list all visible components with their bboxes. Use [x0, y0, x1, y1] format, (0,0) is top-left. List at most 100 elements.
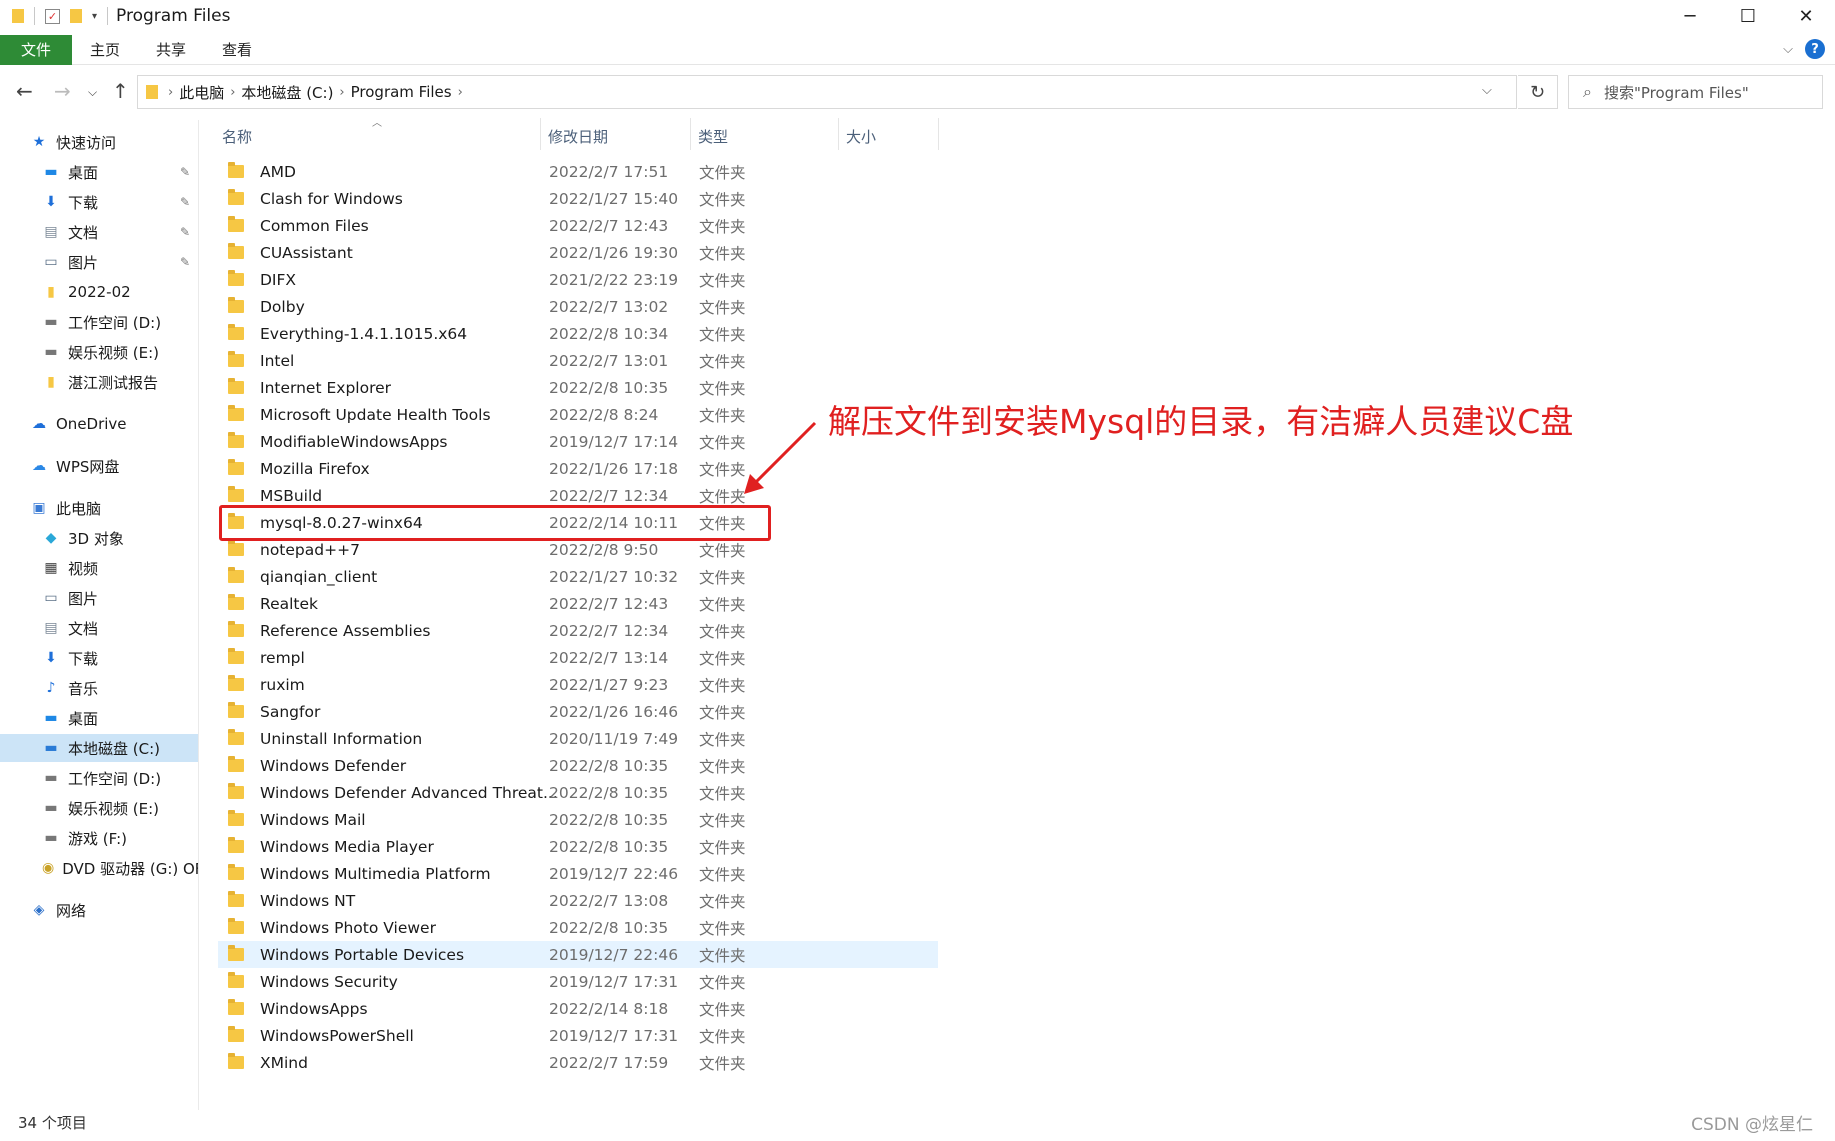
refresh-button[interactable]: ↻ — [1518, 75, 1558, 109]
file-type: 文件夹 — [699, 622, 746, 641]
nav-item[interactable]: ▣ 此电脑 — [0, 494, 198, 522]
breadcrumb-program-files[interactable]: Program Files — [351, 83, 452, 101]
help-icon[interactable]: ? — [1805, 39, 1825, 59]
cloud-icon: ☁ — [32, 416, 46, 432]
nav-item[interactable]: ◆ 3D 对象 — [0, 524, 198, 552]
nav-item[interactable]: ▤ 文档 — [0, 614, 198, 642]
nav-item[interactable]: ▭ 图片 ✎ — [0, 248, 198, 276]
file-row[interactable]: Windows Portable Devices 2019/12/7 22:46 文… — [218, 941, 938, 968]
nav-item-label: 下载 — [68, 193, 99, 212]
nav-item-label: 图片 — [68, 253, 99, 272]
nav-item[interactable]: ▬ 娱乐视频 (E:) — [0, 794, 198, 822]
file-row[interactable]: AMD 2022/2/7 17:51 文件夹 — [218, 158, 938, 185]
nav-item[interactable]: ▭ 图片 — [0, 584, 198, 612]
column-separator[interactable] — [540, 118, 541, 150]
nav-item[interactable]: ⬇ 下载 ✎ — [0, 188, 198, 216]
nav-item[interactable]: ▬ 娱乐视频 (E:) — [0, 338, 198, 366]
file-row[interactable]: rempl 2022/2/7 13:14 文件夹 — [218, 644, 938, 671]
column-header-date[interactable]: 修改日期 — [548, 122, 608, 150]
file-name: Windows Defender — [260, 756, 407, 775]
file-row[interactable]: Everything-1.4.1.1015.x64 2022/2/8 10:34 文… — [218, 320, 938, 347]
nav-item[interactable]: ▦ 视频 — [0, 554, 198, 582]
file-row[interactable]: Windows Mail 2022/2/8 10:35 文件夹 — [218, 806, 938, 833]
drive-icon: ▬ — [44, 770, 58, 786]
properties-icon[interactable]: ✓ — [45, 8, 60, 24]
nav-item[interactable]: ▬ 工作空间 (D:) — [0, 308, 198, 336]
chevron-right-icon[interactable]: › — [458, 85, 463, 100]
address-bar[interactable]: › 此电脑 › 本地磁盘 (C:) › Program Files › — [137, 75, 1517, 109]
file-row[interactable]: WindowsApps 2022/2/14 8:18 文件夹 — [218, 995, 938, 1022]
close-button[interactable]: ✕ — [1777, 0, 1835, 32]
picture-icon: ▭ — [44, 590, 58, 606]
nav-item[interactable]: ▬ 本地磁盘 (C:) — [0, 734, 198, 762]
column-header-name[interactable]: 名称 — [222, 122, 252, 150]
search-input[interactable]: ⌕ 搜索"Program Files" — [1568, 75, 1823, 109]
column-separator[interactable] — [838, 118, 839, 150]
nav-item[interactable]: ☁ WPS网盘 — [0, 452, 198, 480]
column-header-type[interactable]: 类型 — [698, 122, 728, 150]
file-row[interactable]: Windows Defender 2022/2/8 10:35 文件夹 — [218, 752, 938, 779]
file-row[interactable]: DIFX 2021/2/22 23:19 文件夹 — [218, 266, 938, 293]
file-row[interactable]: Windows Multimedia Platform 2019/12/7 22:… — [218, 860, 938, 887]
file-row[interactable]: Reference Assemblies 2022/2/7 12:34 文件夹 — [218, 617, 938, 644]
file-row[interactable]: Common Files 2022/2/7 12:43 文件夹 — [218, 212, 938, 239]
nav-item[interactable]: ⬇ 下载 — [0, 644, 198, 672]
cloud-icon: ☁ — [32, 458, 46, 474]
column-separator[interactable] — [938, 118, 939, 150]
chevron-right-icon[interactable]: › — [339, 85, 344, 100]
nav-item[interactable]: ♪ 音乐 — [0, 674, 198, 702]
tab-share[interactable]: 共享 — [138, 39, 204, 60]
recent-locations-icon[interactable]: ⌵ — [88, 85, 97, 100]
nav-item[interactable]: ▬ 桌面 ✎ — [0, 158, 198, 186]
tab-home[interactable]: 主页 — [72, 39, 138, 60]
toolbar-separator — [107, 7, 109, 25]
new-folder-icon[interactable] — [70, 9, 82, 23]
nav-item[interactable]: ▬ 工作空间 (D:) — [0, 764, 198, 792]
nav-item[interactable]: ▤ 文档 ✎ — [0, 218, 198, 246]
file-row[interactable]: Windows Security 2019/12/7 17:31 文件夹 — [218, 968, 938, 995]
file-row[interactable]: Intel 2022/2/7 13:01 文件夹 — [218, 347, 938, 374]
tab-view[interactable]: 查看 — [204, 39, 270, 60]
file-row[interactable]: Realtek 2022/2/7 12:43 文件夹 — [218, 590, 938, 617]
minimize-button[interactable]: ─ — [1661, 0, 1719, 32]
file-row[interactable]: Sangfor 2022/1/26 16:46 文件夹 — [218, 698, 938, 725]
maximize-button[interactable]: ☐ — [1719, 0, 1777, 32]
nav-item[interactable]: ★ 快速访问 — [0, 128, 198, 156]
tab-file[interactable]: 文件 — [0, 34, 72, 65]
file-row[interactable]: Uninstall Information 2020/11/19 7:49 文件夹 — [218, 725, 938, 752]
expand-ribbon-icon[interactable]: ⌵ — [1783, 42, 1793, 57]
breadcrumb-this-pc[interactable]: 此电脑 — [179, 82, 224, 103]
up-arrow-icon[interactable]: ↑ — [112, 79, 129, 103]
file-row[interactable]: Windows Media Player 2022/2/8 10:35 文件夹 — [218, 833, 938, 860]
file-row[interactable]: WindowsPowerShell 2019/12/7 17:31 文件夹 — [218, 1022, 938, 1049]
file-row[interactable]: Windows Photo Viewer 2022/2/8 10:35 文件夹 — [218, 914, 938, 941]
column-header-size[interactable]: 大小 — [846, 122, 876, 150]
nav-item[interactable]: ☁ OneDrive — [0, 410, 198, 438]
nav-item[interactable]: ◉ DVD 驱动器 (G:) OF — [0, 854, 198, 882]
chevron-right-icon[interactable]: › — [230, 85, 235, 100]
customize-toolbar-icon[interactable]: ▾ — [92, 11, 97, 22]
file-date: 2022/2/8 10:35 — [549, 756, 669, 775]
forward-arrow-icon[interactable]: → — [54, 79, 71, 103]
address-dropdown-icon[interactable]: ⌵ — [1482, 83, 1492, 98]
file-row[interactable]: Clash for Windows 2022/1/27 15:40 文件夹 — [218, 185, 938, 212]
nav-item[interactable]: ▬ 游戏 (F:) — [0, 824, 198, 852]
back-arrow-icon[interactable]: ← — [16, 79, 33, 103]
file-row[interactable]: ruxim 2022/1/27 9:23 文件夹 — [218, 671, 938, 698]
file-row[interactable]: qianqian_client 2022/1/27 10:32 文件夹 — [218, 563, 938, 590]
nav-item[interactable]: ◈ 网络 — [0, 896, 198, 924]
file-row[interactable]: Dolby 2022/2/7 13:02 文件夹 — [218, 293, 938, 320]
nav-item[interactable]: ▮ 2022-02 — [0, 278, 198, 306]
file-row[interactable]: Windows NT 2022/2/7 13:08 文件夹 — [218, 887, 938, 914]
nav-item[interactable]: ▮ 湛江测试报告 — [0, 368, 198, 396]
pane-divider[interactable] — [198, 120, 199, 1110]
column-separator[interactable] — [690, 118, 691, 150]
file-row[interactable]: CUAssistant 2022/1/26 19:30 文件夹 — [218, 239, 938, 266]
file-row[interactable]: Mozilla Firefox 2022/1/26 17:18 文件夹 — [218, 455, 938, 482]
breadcrumb-local-disk[interactable]: 本地磁盘 (C:) — [241, 82, 333, 103]
file-row[interactable]: XMind 2022/2/7 17:59 文件夹 — [218, 1049, 938, 1076]
file-name: Sangfor — [260, 702, 321, 721]
nav-item[interactable]: ▬ 桌面 — [0, 704, 198, 732]
file-row[interactable]: Windows Defender Advanced Threat... 2022/… — [218, 779, 938, 806]
nav-item-label: WPS网盘 — [56, 457, 120, 476]
